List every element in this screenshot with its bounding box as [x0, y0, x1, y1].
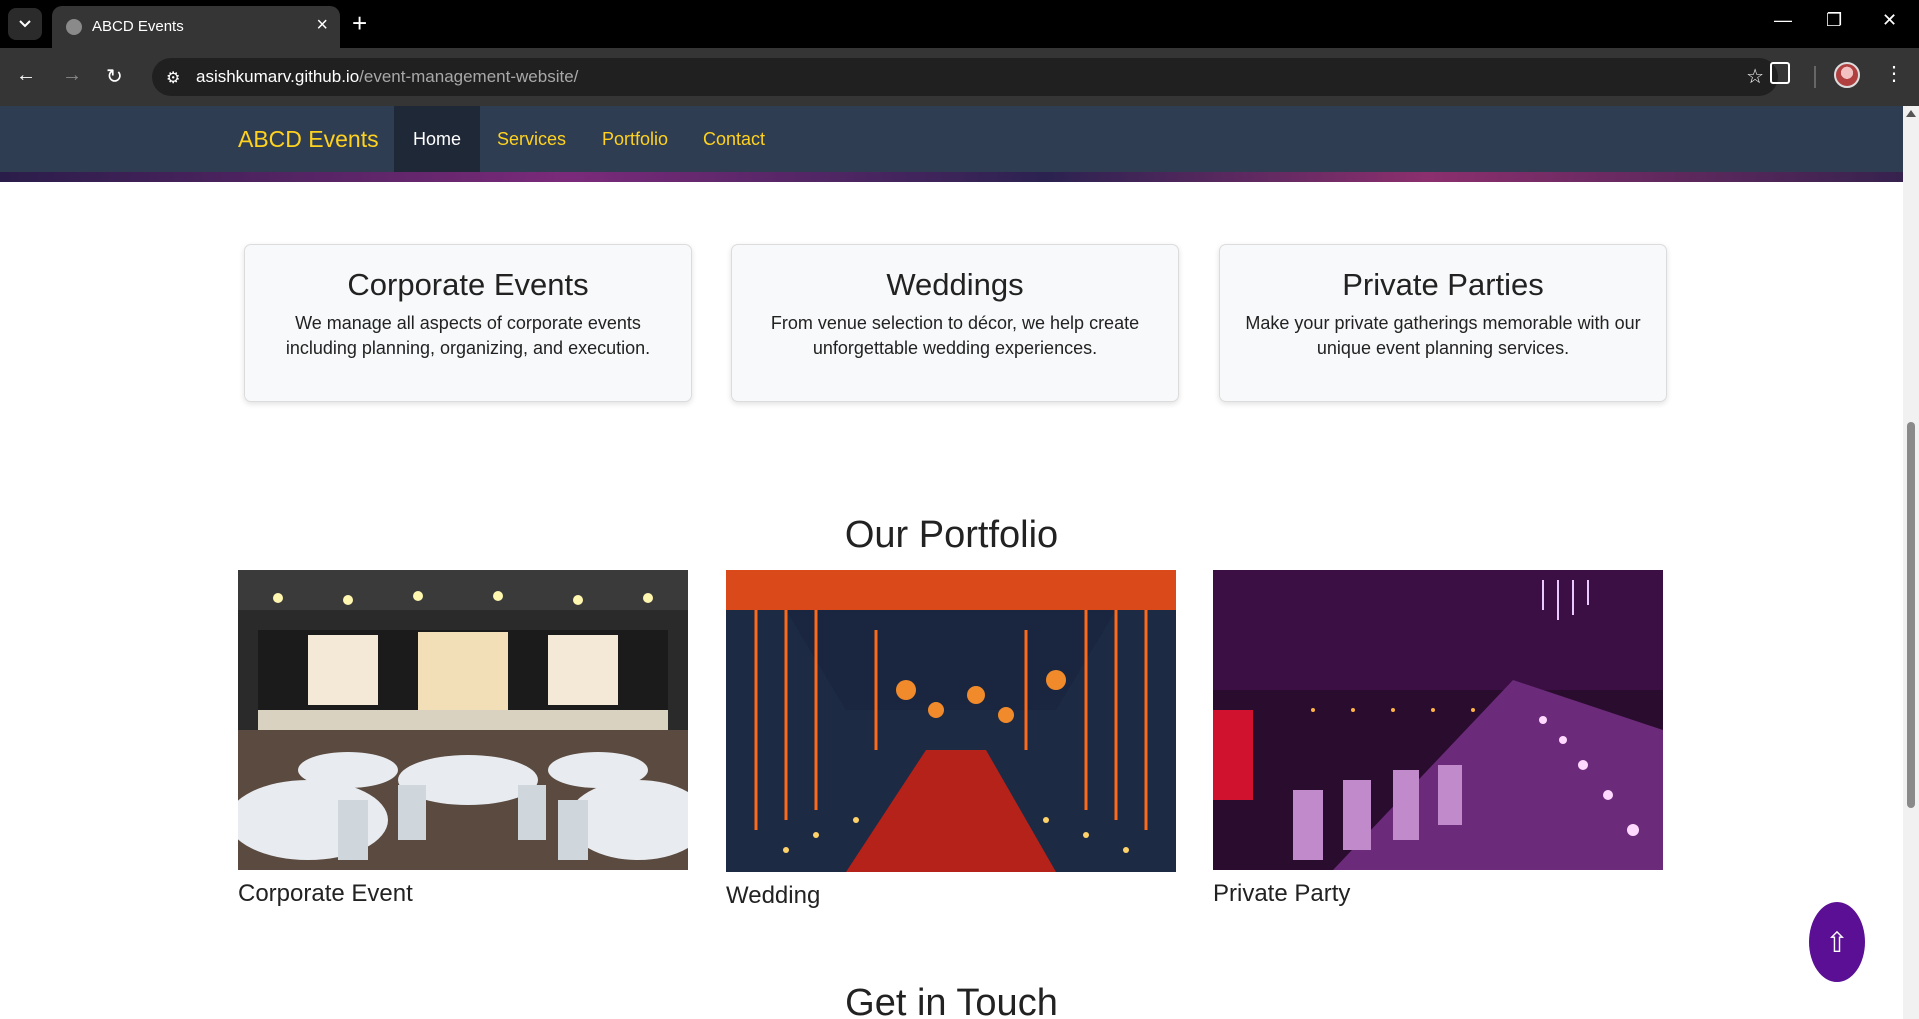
nav-home[interactable]: Home: [394, 106, 481, 172]
minimize-icon[interactable]: —: [1774, 10, 1792, 31]
portfolio-image-wedding[interactable]: [726, 570, 1176, 872]
chevron-down-icon: [19, 20, 31, 28]
reload-icon[interactable]: ↻: [106, 64, 123, 89]
close-window-icon[interactable]: ✕: [1882, 10, 1897, 31]
portfolio-heading: Our Portfolio: [844, 514, 1059, 556]
up-arrow-icon: ⇧: [1825, 926, 1849, 958]
nav-portfolio[interactable]: Portfolio: [583, 106, 687, 172]
nav-services[interactable]: Services: [478, 106, 585, 172]
address-bar[interactable]: ⚙ asishkumarv.github.io/event-management…: [152, 58, 1778, 96]
page-scrollbar[interactable]: [1903, 106, 1919, 1019]
site-info-icon[interactable]: ⚙: [166, 68, 180, 88]
site-navbar: ABCD Events Home Services Portfolio Cont…: [0, 106, 1903, 172]
service-title: Private Parties: [1342, 267, 1544, 302]
tab-search-button[interactable]: [8, 8, 42, 40]
toolbar-divider: [1814, 66, 1816, 88]
tab-title: ABCD Events: [92, 18, 184, 35]
more-menu-icon[interactable]: ⋮: [1884, 61, 1904, 86]
url-host: asishkumarv.github.io: [196, 67, 360, 86]
portfolio-caption-corporate: Corporate Event: [238, 880, 413, 907]
portfolio-caption-private-party: Private Party: [1213, 880, 1351, 907]
service-title: Corporate Events: [347, 267, 589, 302]
service-card-private: Private Parties Make your private gather…: [1219, 244, 1667, 402]
nav-contact[interactable]: Contact: [684, 106, 784, 172]
site-brand[interactable]: ABCD Events: [238, 126, 379, 153]
page-viewport: ABCD Events Home Services Portfolio Cont…: [0, 106, 1903, 1019]
portfolio-image-corporate[interactable]: [238, 570, 688, 870]
bookmark-star-icon[interactable]: ☆: [1746, 64, 1764, 89]
scroll-to-top-button[interactable]: ⇧: [1809, 902, 1865, 982]
service-card-weddings: Weddings From venue selection to décor, …: [731, 244, 1179, 402]
restore-icon[interactable]: ❐: [1826, 10, 1842, 31]
service-title: Weddings: [886, 267, 1024, 302]
service-text: We manage all aspects of corporate event…: [285, 313, 651, 358]
browser-toolbar: ← → ↻ ⚙ asishkumarv.github.io/event-mana…: [0, 48, 1919, 106]
browser-tab[interactable]: ABCD Events ×: [52, 6, 340, 48]
profile-avatar[interactable]: [1834, 62, 1860, 88]
contact-heading: Get in Touch: [845, 982, 1058, 1019]
close-tab-icon[interactable]: ×: [316, 14, 328, 37]
browser-tab-bar: ABCD Events × + — ❐ ✕: [0, 0, 1919, 48]
service-text: Make your private gatherings memorable w…: [1245, 313, 1641, 358]
globe-icon: [66, 19, 82, 35]
portfolio-caption-wedding: Wedding: [726, 882, 821, 909]
url-text[interactable]: asishkumarv.github.io/event-management-w…: [196, 67, 578, 87]
url-path: /event-management-website/: [359, 67, 579, 86]
new-tab-button[interactable]: +: [352, 8, 367, 38]
scrollbar-thumb[interactable]: [1907, 422, 1915, 808]
extensions-icon[interactable]: [1770, 62, 1790, 84]
back-icon[interactable]: ←: [16, 64, 36, 87]
scroll-up-arrow-icon[interactable]: [1906, 110, 1916, 117]
service-text: From venue selection to décor, we help c…: [770, 313, 1140, 358]
portfolio-image-private-party[interactable]: [1213, 570, 1663, 870]
forward-icon[interactable]: →: [62, 64, 82, 87]
service-card-corporate: Corporate Events We manage all aspects o…: [244, 244, 692, 402]
